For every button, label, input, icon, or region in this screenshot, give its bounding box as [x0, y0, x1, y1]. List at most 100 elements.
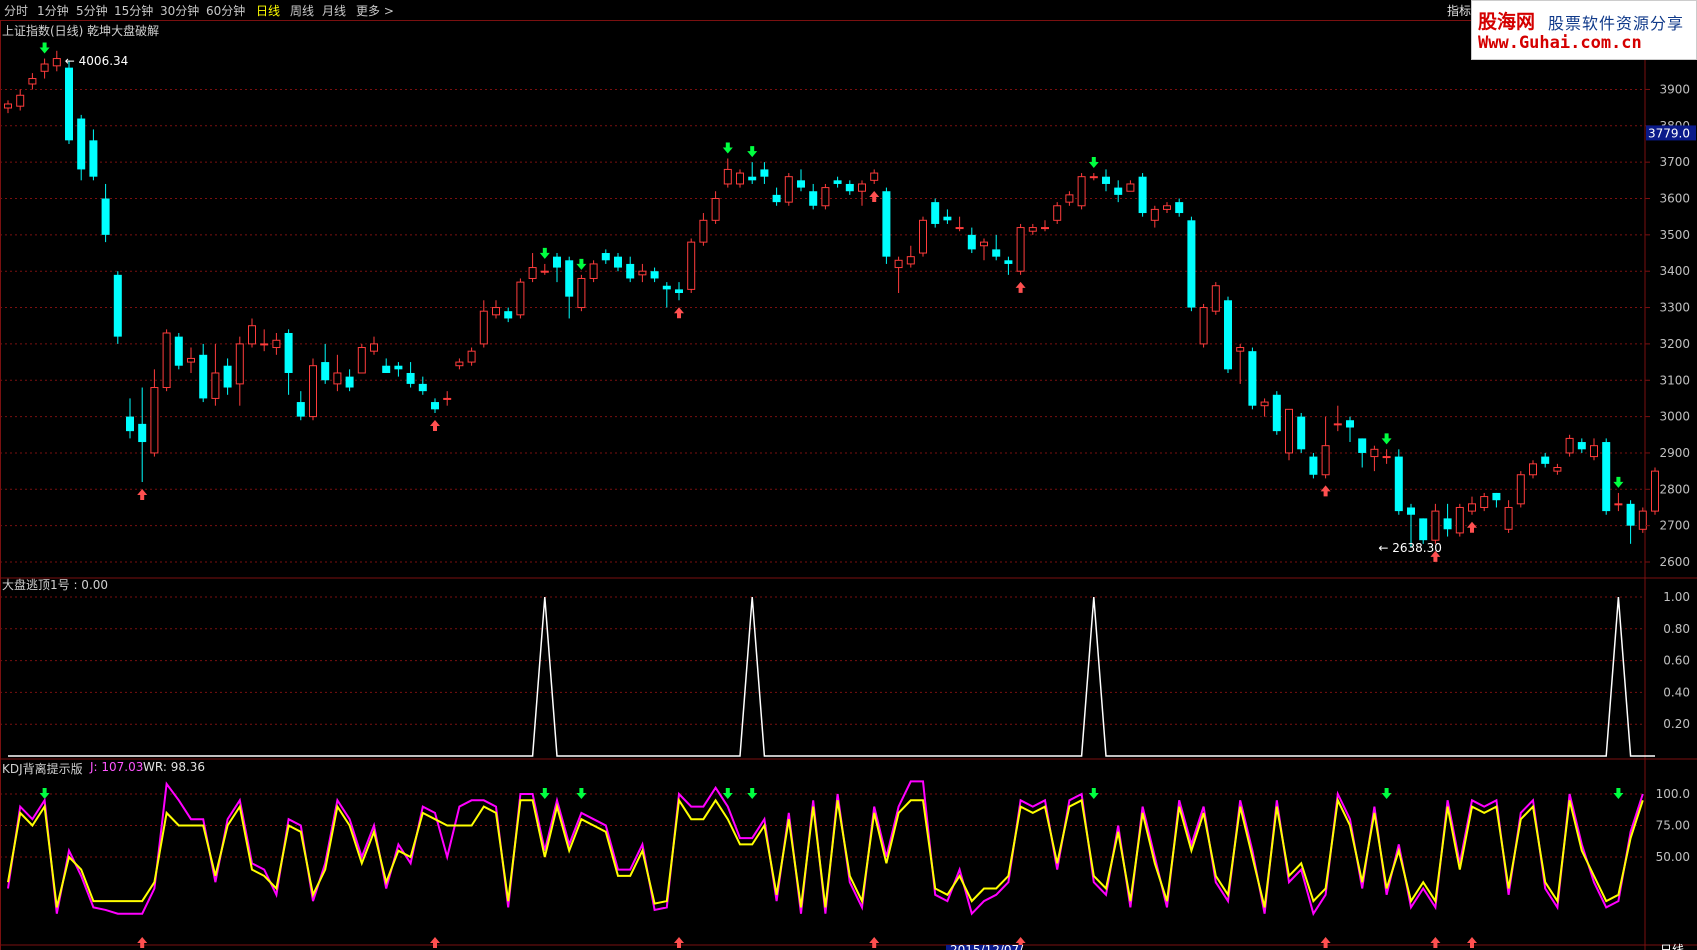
- sell-arrow-icon: [576, 258, 587, 270]
- signal-tick-label: 0.20: [1663, 717, 1690, 731]
- price-tick-label: 3100: [1659, 373, 1690, 387]
- candle-body: [65, 67, 73, 141]
- candle-body: [1358, 438, 1367, 453]
- kdj-buy-arrow-icon: [1430, 937, 1441, 948]
- candle-body: [967, 234, 976, 250]
- candle-body: [16, 94, 25, 107]
- candle-body: [1285, 408, 1293, 454]
- candle-body: [296, 402, 305, 417]
- candle-body: [1175, 202, 1184, 214]
- candle-body: [870, 172, 879, 181]
- candle-body: [1297, 416, 1306, 450]
- candle-body: [955, 227, 964, 230]
- candle-body: [1553, 466, 1562, 472]
- sell-arrow-icon: [539, 247, 550, 259]
- period-tab[interactable]: 更多 >: [356, 2, 394, 19]
- price-tick-label: 3300: [1659, 301, 1690, 315]
- candle-body: [406, 372, 415, 384]
- candle-body: [28, 78, 37, 85]
- candle-body: [1480, 496, 1489, 508]
- logo-url: Www.Guhai.com.cn: [1478, 33, 1642, 53]
- candle-body: [260, 343, 269, 346]
- kdj-buy-arrow-icon: [137, 937, 148, 948]
- guhai-logo: 股海网 股票软件资源分享 Www.Guhai.com.cn: [1471, 0, 1697, 60]
- kdj-sell-arrow-icon: [39, 788, 50, 799]
- candle-body: [1638, 510, 1647, 530]
- candle-body: [1309, 456, 1318, 475]
- candle-body: [1004, 260, 1013, 264]
- candle-body: [687, 241, 696, 290]
- signal-tick-label: 0.60: [1663, 654, 1690, 668]
- signal-line: [8, 596, 1655, 757]
- candle-body: [528, 267, 537, 279]
- kdj-sell-arrow-icon: [1613, 788, 1624, 799]
- candle-body: [760, 169, 769, 177]
- candle-body: [479, 310, 488, 345]
- kdj-series: [7, 780, 1644, 917]
- candle-body: [187, 357, 195, 363]
- price-tick-label: 3000: [1659, 410, 1690, 424]
- candle-body: [418, 383, 427, 392]
- price-tick-label: 3500: [1659, 228, 1690, 242]
- candle-body: [553, 256, 561, 268]
- candle-body: [858, 183, 866, 192]
- candle-body: [150, 387, 159, 454]
- candle-body: [1492, 492, 1501, 501]
- candle-body: [321, 362, 330, 381]
- candle-body: [1394, 456, 1403, 512]
- candle-body: [248, 325, 256, 345]
- candle-body: [1382, 456, 1391, 459]
- candle-body: [601, 253, 610, 261]
- candle-body: [1443, 518, 1452, 530]
- candle-body: [113, 274, 122, 337]
- candle-body: [1053, 205, 1062, 221]
- chart-canvas[interactable]: 3900380037003600350034003300320031003000…: [0, 0, 1697, 950]
- candle-body: [577, 277, 586, 309]
- kdj-tick-label: 100.0: [1656, 787, 1690, 801]
- candle-body: [845, 183, 854, 192]
- candle-body: [77, 118, 86, 170]
- buy-arrow-icon: [869, 190, 880, 202]
- period-tab[interactable]: 周线: [290, 2, 314, 19]
- candle-body: [1468, 503, 1476, 512]
- indicator-button[interactable]: 指标: [1447, 2, 1471, 19]
- period-tab[interactable]: 月线: [322, 2, 346, 19]
- candle-body: [516, 281, 525, 316]
- candle-body: [284, 332, 293, 373]
- candle-body: [1150, 208, 1159, 221]
- price-tick-label: 2800: [1659, 482, 1690, 496]
- kdj-sell-arrow-icon: [1381, 788, 1392, 799]
- escape-top-signal-series: [8, 596, 1655, 757]
- period-tab[interactable]: 15分钟: [114, 2, 153, 19]
- price-tick-label: 3900: [1659, 82, 1690, 96]
- candle-body: [504, 311, 513, 319]
- candle-body: [992, 249, 1001, 257]
- candle-body: [675, 289, 683, 294]
- candle-body: [919, 219, 927, 254]
- candle-body: [1114, 187, 1123, 195]
- candle-body: [1651, 470, 1659, 512]
- kdj-sell-arrow-icon: [747, 788, 758, 799]
- period-label: 日线: [1660, 943, 1684, 950]
- candle-body: [333, 372, 342, 385]
- period-tab[interactable]: 1分钟: [37, 2, 69, 19]
- period-tab[interactable]: 分时: [4, 2, 28, 19]
- period-tab[interactable]: 60分钟: [206, 2, 245, 19]
- candle-body: [1041, 227, 1049, 230]
- candle-body: [943, 216, 952, 221]
- period-tab[interactable]: 30分钟: [160, 2, 199, 19]
- buy-arrow-icon: [1467, 521, 1477, 533]
- candle-body: [1272, 394, 1281, 432]
- candle-body: [1407, 507, 1415, 515]
- chart-grid: [0, 19, 1697, 950]
- candle-body: [89, 140, 98, 177]
- main-panel-title: 上证指数(日线) 乾坤大盘破解: [2, 24, 160, 38]
- candle-body: [1211, 285, 1220, 312]
- period-tab[interactable]: 日线: [256, 2, 280, 19]
- candle-body: [272, 339, 281, 349]
- period-tab[interactable]: 5分钟: [76, 2, 108, 19]
- price-tick-label: 2900: [1659, 446, 1690, 460]
- kdj-sell-arrow-icon: [1088, 788, 1099, 799]
- candle-body: [467, 350, 476, 363]
- candle-body: [638, 270, 647, 276]
